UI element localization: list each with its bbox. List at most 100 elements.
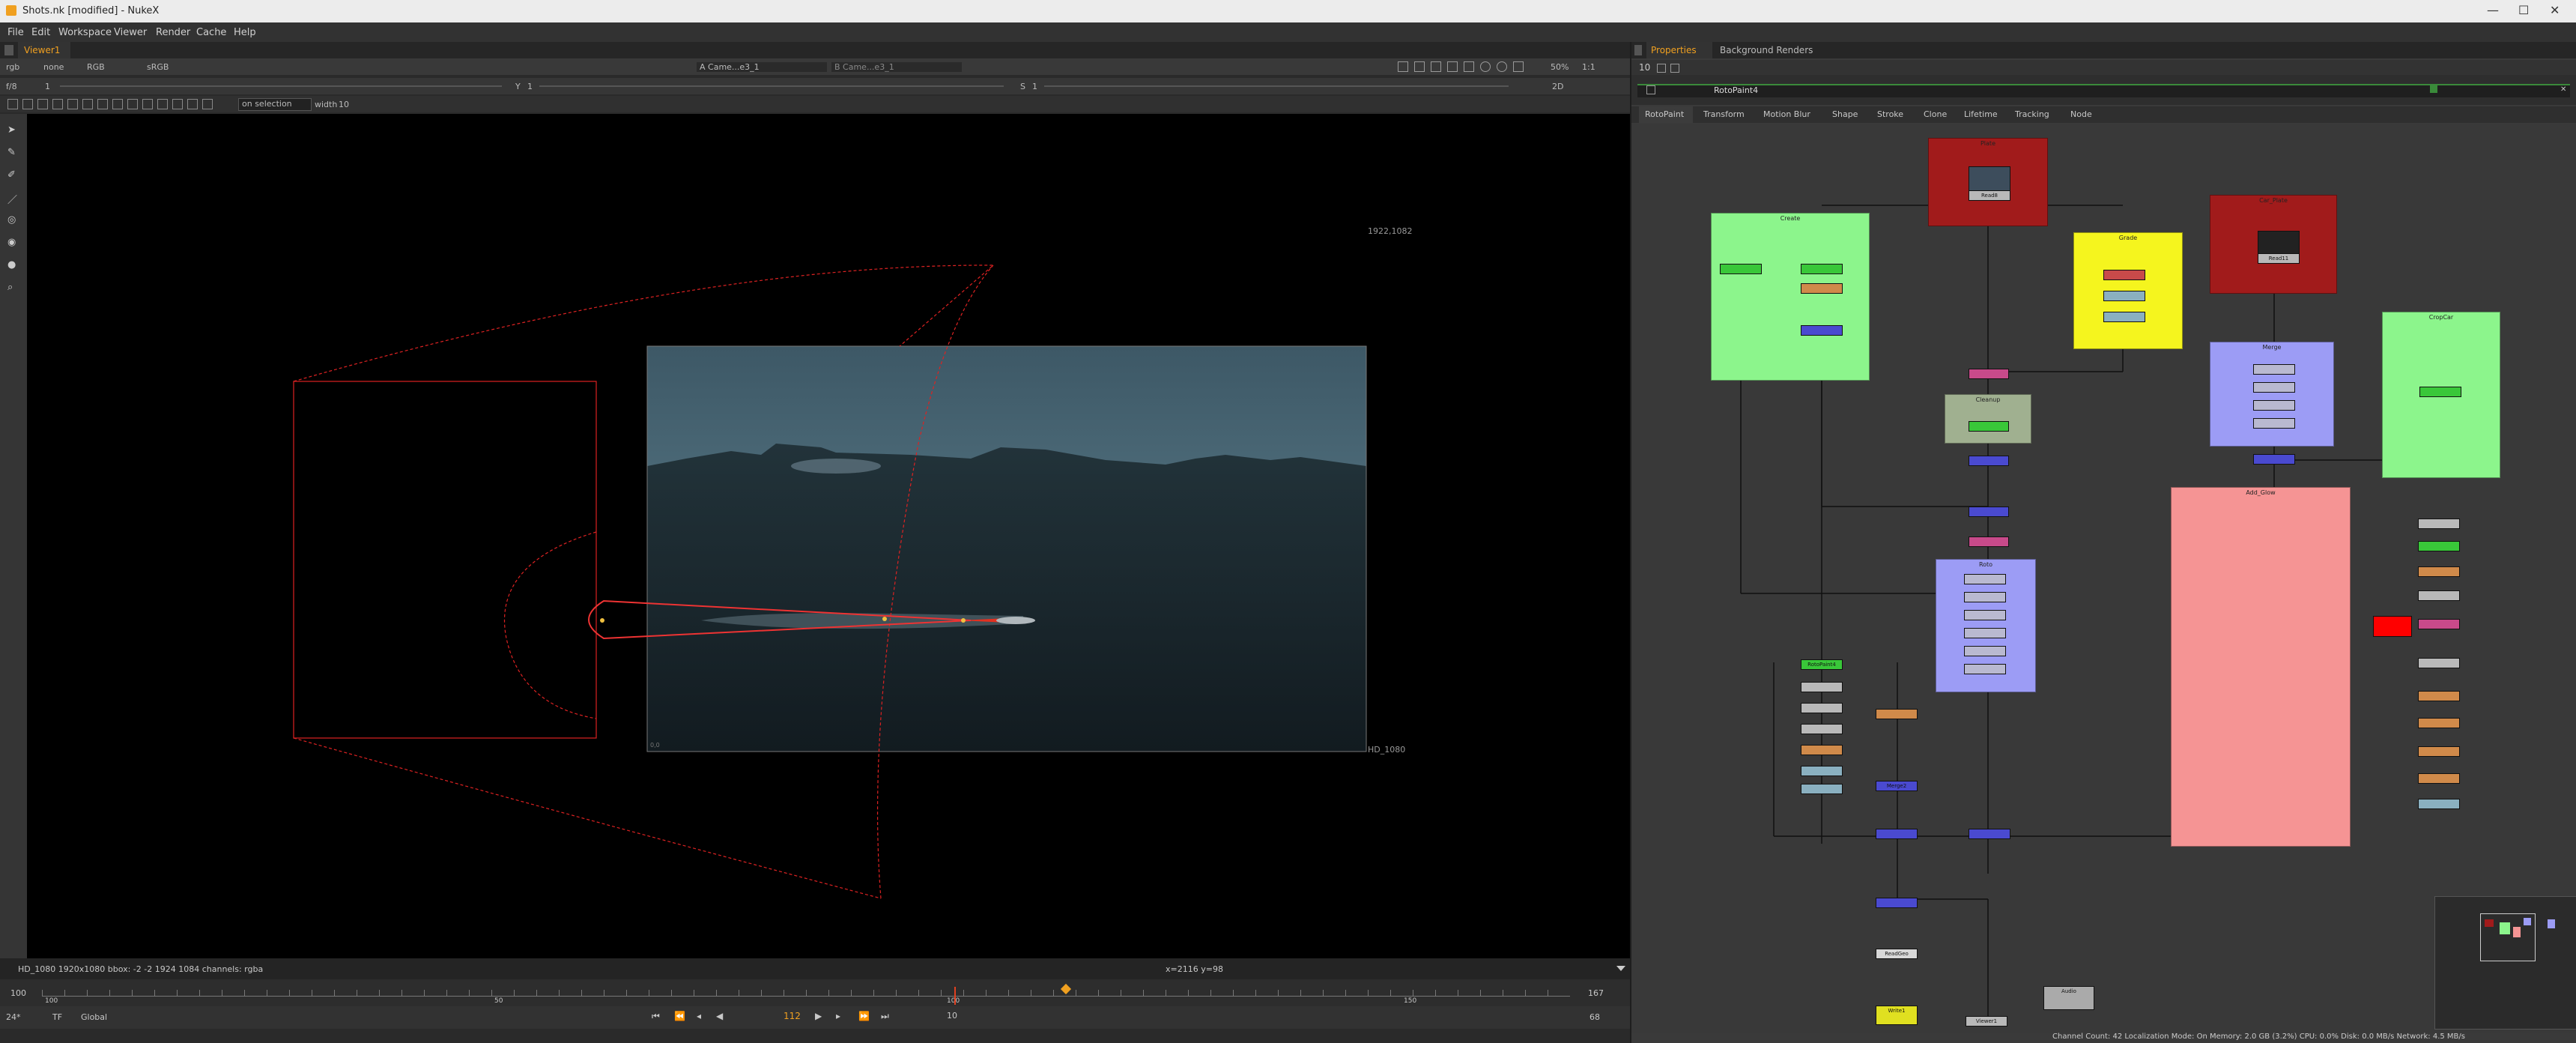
side-node[interactable] [1876,709,1918,719]
blur-tool-icon[interactable]: ◉ [7,237,19,249]
proxy-icon[interactable] [1431,61,1441,72]
viewer-canvas[interactable]: 1922,1082 HD_1080 0,0 [27,114,1630,958]
roto-point-1[interactable] [600,618,604,623]
gain-slider[interactable] [60,85,502,87]
hide-icon[interactable] [187,99,198,109]
tab-viewer1[interactable]: Viewer1 [18,42,70,58]
glow-node-1[interactable] [2418,519,2460,529]
left-chain-node-6[interactable] [1801,784,1843,794]
pause-icon[interactable] [1513,61,1524,72]
grade-node-1[interactable] [2103,270,2145,280]
roto-rectangle[interactable] [293,381,597,739]
select-tool-icon[interactable]: ➤ [7,124,19,136]
play-forward-icon[interactable]: ▶ [815,1011,822,1021]
glow-node-5[interactable] [2418,619,2460,629]
readgeo-node[interactable]: ReadGeo [1876,949,1918,959]
left-chain-node-4[interactable] [1801,745,1843,755]
roto-node-3[interactable] [1964,610,2006,620]
frame-count-field[interactable]: 68 [1589,1012,1600,1022]
feather-icon[interactable] [37,99,48,109]
merge-backdrop-node-3[interactable] [2253,400,2295,411]
properties-max-panels[interactable]: 10 [1639,62,1650,73]
show-points-icon[interactable] [82,99,93,109]
merge-node-1[interactable] [1969,456,2009,466]
node-color-icon[interactable] [2430,85,2437,93]
roto-point-3[interactable] [961,618,966,623]
left-chain-node-3[interactable] [1801,724,1843,734]
merge2-node[interactable]: Merge2 [1876,781,1918,791]
select-all-icon[interactable] [7,99,18,109]
glow-node-4[interactable] [2418,590,2460,601]
grid-icon[interactable] [142,99,153,109]
first-frame-icon[interactable]: ⏮ [652,1011,660,1022]
glow-node-8[interactable] [2418,718,2460,728]
prev-key-icon[interactable]: ⏪ [674,1011,685,1021]
grade-node-3[interactable] [2103,312,2145,322]
clip-warning-icon[interactable] [1414,61,1425,72]
menu-viewer[interactable]: Viewer [114,27,147,38]
read8-label[interactable]: Read8 [1969,190,2010,201]
gain-field[interactable]: 1 [45,82,50,91]
point-tool-icon[interactable]: ✎ [7,147,19,159]
dot-bottom-node[interactable] [1876,898,1918,908]
node-name-field[interactable]: RotoPaint4 [1714,85,1758,95]
read8-node[interactable] [1969,166,2010,192]
merge-backdrop-node-5[interactable] [2253,454,2295,465]
timeline[interactable]: 100 100 50 100 150 167 [0,979,1630,1006]
merge-node-3[interactable] [1969,536,2009,547]
glow-node-7[interactable] [2418,691,2460,701]
roi-icon[interactable] [1398,61,1408,72]
roto-node-2[interactable] [1964,592,2006,602]
increment-field[interactable]: 10 [947,1011,957,1021]
grade-node-2[interactable] [2103,291,2145,301]
input-a-dropdown[interactable]: A Came...e3_1 [697,62,827,72]
label-icon[interactable] [127,99,138,109]
menu-render[interactable]: Render [156,27,190,38]
glow-node-6[interactable] [2418,658,2460,668]
create-node-1[interactable] [1720,264,1762,274]
node-graph-minimap[interactable] [2434,896,2576,1030]
frame-slider[interactable] [1044,85,1509,87]
clear-panels-icon[interactable] [1670,64,1679,73]
backdrop-add-glow[interactable]: Add_Glow [2171,487,2351,847]
write1-node[interactable]: Write1 [1876,1006,1918,1025]
audio-node[interactable]: Audio [2043,986,2094,1010]
cleanup-node[interactable] [1969,421,2009,432]
tab-lifetime[interactable]: Lifetime [1964,109,1998,119]
roto-node-1[interactable] [1964,574,2006,584]
read11-label[interactable]: Read11 [2258,253,2300,264]
timeline-start[interactable]: 100 [10,988,26,998]
next-key-icon[interactable]: ⏩ [858,1011,870,1021]
timeline-track[interactable] [42,996,1570,997]
channels-dropdown[interactable]: rgb [6,62,19,72]
create-node-3[interactable] [1801,283,1843,294]
dot-node[interactable] [1969,369,2009,379]
glow-node-10[interactable] [2418,773,2460,784]
lock-icon[interactable] [22,99,33,109]
merge-backdrop-node-4[interactable] [2253,418,2295,429]
gamma-field[interactable]: 1 [527,82,533,91]
width-field[interactable]: 10 [339,100,349,109]
backdrop-cleanup[interactable]: Cleanup [1945,394,2031,444]
input-b-dropdown[interactable]: B Came...e3_1 [831,62,962,72]
menu-file[interactable]: File [7,27,24,38]
create-node-2[interactable] [1801,264,1843,274]
properties-pane-menu-icon[interactable] [1634,45,1642,55]
glow-node-11[interactable] [2418,799,2460,809]
prev-frame-icon[interactable]: ◂ [697,1011,701,1021]
lock-panel-icon[interactable] [1657,64,1666,73]
read11-node[interactable] [2258,231,2300,255]
brush-tool-icon[interactable]: ／ [7,192,19,206]
merge-bottom-node[interactable] [1876,829,1918,839]
tab-motion-blur[interactable]: Motion Blur [1763,109,1810,119]
tab-shape[interactable]: Shape [1832,109,1858,119]
roto-node-6[interactable] [1964,664,2006,674]
cropcar-node[interactable] [2419,387,2461,397]
transform-icon[interactable] [52,99,63,109]
tab-tracking[interactable]: Tracking [2015,109,2049,119]
dodge-tool-icon[interactable]: ● [7,259,19,271]
pane-menu-icon[interactable] [4,45,13,55]
minimize-button[interactable]: — [2487,3,2499,17]
tab-clone[interactable]: Clone [1924,109,1947,119]
tf-dropdown[interactable]: TF [52,1012,62,1022]
